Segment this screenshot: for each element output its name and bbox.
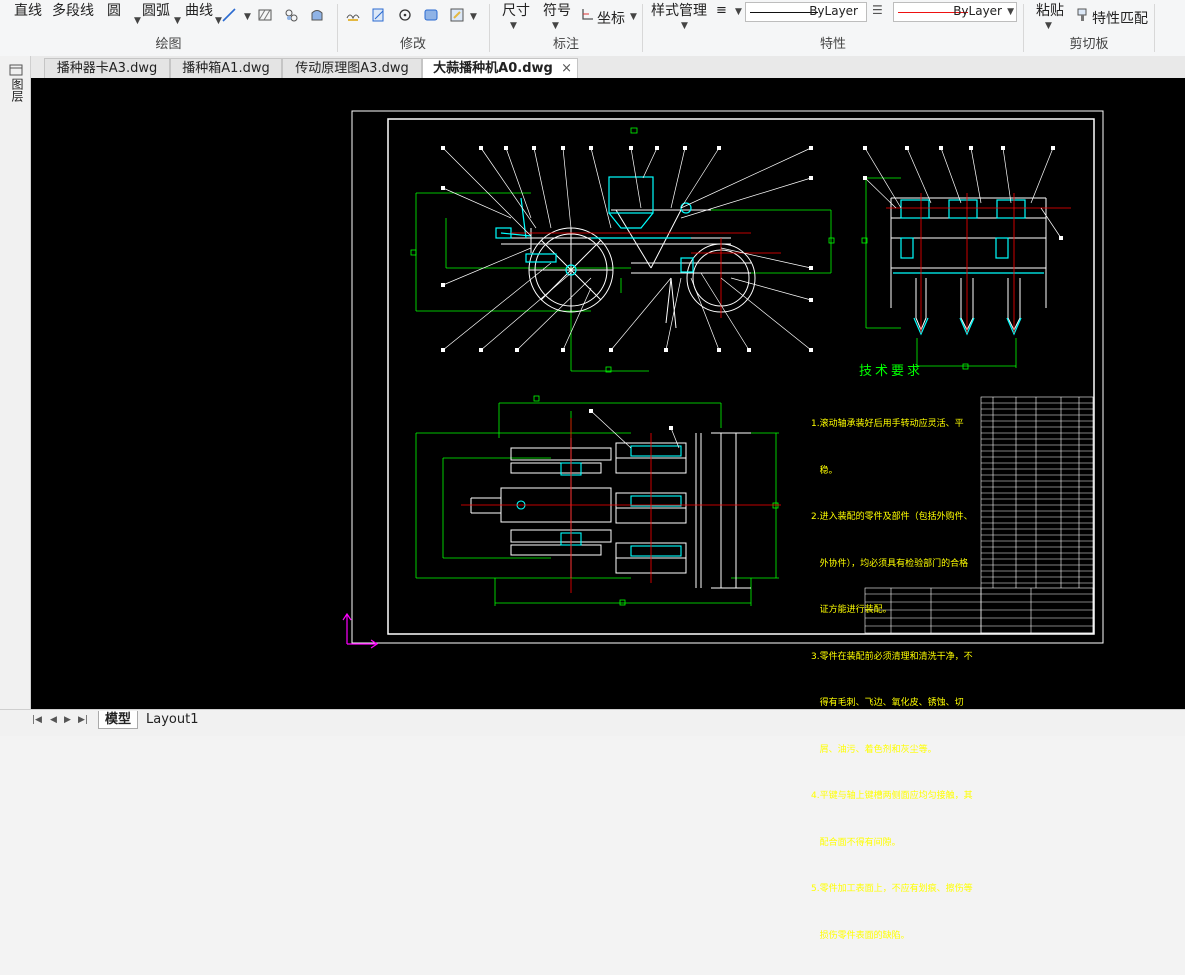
- document-tab-bar: 播种器卡A3.dwg 播种箱A1.dwg 传动原理图A3.dwg 大蒜播种机A0…: [0, 56, 1185, 79]
- modify-group-title: 修改: [399, 37, 426, 52]
- last-layout-icon[interactable]: ▶|: [78, 715, 88, 725]
- top-view: [415, 395, 781, 606]
- sheet-inner-border: [387, 118, 1095, 635]
- separator: [1154, 4, 1155, 52]
- note-line: 证方能进行装配。: [811, 605, 892, 615]
- tech-requirements-title: 技术要求: [859, 364, 924, 379]
- arc-dropdown-icon[interactable]: ▼: [174, 16, 181, 26]
- style-manager-button[interactable]: 样式管理: [651, 0, 707, 20]
- left-palette: 图层: [0, 56, 31, 711]
- region-icon[interactable]: [284, 8, 298, 22]
- close-icon[interactable]: ×: [561, 59, 572, 78]
- boundary-icon[interactable]: [310, 8, 324, 22]
- paste-button[interactable]: 粘贴: [1036, 0, 1064, 20]
- annotation-group-title: 标注: [552, 37, 579, 52]
- polyline-button[interactable]: 多段线: [52, 0, 94, 20]
- draw-group: 直线 多段线 圆 圆弧 曲线 ▼ ▼ ▼ ▼ 绘图: [0, 0, 337, 56]
- line-button[interactable]: 直线: [14, 0, 42, 20]
- first-layout-icon[interactable]: |◀: [32, 715, 42, 725]
- tab-seed-box[interactable]: 播种箱A1.dwg: [170, 58, 282, 78]
- drawing-svg: [342, 110, 1104, 649]
- color-value: ByLayer: [953, 4, 1002, 18]
- properties-group-title: 特性: [819, 37, 846, 52]
- drawing-canvas[interactable]: 技术要求 1.滚动轴承装好后用手转动应灵活、平 稳。 2.进入装配的零件及部件（…: [31, 78, 1185, 941]
- ribbon: 直线 多段线 圆 圆弧 曲线 ▼ ▼ ▼ ▼ 绘图 ▼ 修改 尺寸 ▼ 符号 ▼…: [0, 0, 1185, 57]
- match-properties-icon[interactable]: [1076, 8, 1090, 22]
- linetype-value: ByLayer: [809, 4, 858, 18]
- symbol-dropdown-icon[interactable]: ▼: [552, 21, 559, 31]
- layout-bar: |◀ ◀ ▶ ▶| 模型 Layout1: [0, 709, 1185, 736]
- layer-palette-label[interactable]: 图层: [9, 78, 24, 102]
- note-line: 损伤零件表面的缺陷。: [811, 930, 910, 941]
- clipboard-group: 粘贴 ▼ 特性匹配 剪切板: [1024, 0, 1154, 56]
- curve-button[interactable]: 曲线: [185, 0, 213, 20]
- rotate-icon[interactable]: [398, 8, 412, 22]
- paste-dropdown-icon[interactable]: ▼: [1045, 21, 1052, 31]
- color-dropdown-icon[interactable]: ▼: [1007, 7, 1014, 17]
- tab-model[interactable]: 模型: [98, 711, 139, 729]
- line-dropdown-icon[interactable]: ▼: [244, 12, 251, 22]
- coordinate-button[interactable]: 坐标: [597, 8, 625, 28]
- front-view: [861, 146, 1071, 370]
- list-icon[interactable]: ≡: [716, 3, 727, 18]
- linetype-preview: [750, 12, 818, 13]
- annotation-group: 尺寸 ▼ 符号 ▼ 坐标 ▼ 标注: [490, 0, 642, 56]
- note-line: 稳。: [811, 465, 838, 476]
- dimension-button[interactable]: 尺寸: [502, 0, 530, 20]
- clipboard-group-title: 剪切板: [1069, 37, 1109, 52]
- symbol-button[interactable]: 符号: [543, 0, 571, 20]
- linetype-select[interactable]: ByLayer: [745, 2, 867, 22]
- note-line: 屑、油污、着色剂和灰尘等。: [811, 744, 937, 755]
- color-select[interactable]: ByLayer ▼: [893, 2, 1017, 22]
- tab-seeder-card[interactable]: 播种器卡A3.dwg: [44, 58, 170, 78]
- modify-group: ▼ 修改: [338, 0, 488, 56]
- dimension-dropdown-icon[interactable]: ▼: [510, 21, 517, 31]
- note-line: 配合面不得有间隙。: [811, 837, 901, 848]
- properties-edit-icon[interactable]: [450, 8, 464, 22]
- scale-icon[interactable]: [372, 8, 386, 22]
- array-icon[interactable]: [424, 8, 438, 22]
- arc-button[interactable]: 圆弧: [142, 0, 170, 20]
- note-line: 1.滚动轴承装好后用手转动应灵活、平: [811, 419, 964, 429]
- tab-garlic-seeder[interactable]: 大蒜播种机A0.dwg ×: [422, 58, 578, 79]
- circle-button[interactable]: 圆: [107, 0, 121, 20]
- lineweight-icon[interactable]: ☰: [872, 3, 883, 17]
- prev-layout-icon[interactable]: ◀: [50, 715, 57, 725]
- side-view: [410, 127, 835, 373]
- note-line: 5.零件加工表面上，不应有划痕、擦伤等: [811, 884, 973, 894]
- hatch-icon[interactable]: [258, 8, 272, 22]
- style-manager-dropdown-icon[interactable]: ▼: [681, 21, 688, 31]
- tech-requirements-notes: 1.滚动轴承装好后用手转动应灵活、平 稳。 2.进入装配的零件及部件（包括外购件…: [811, 386, 973, 975]
- properties-group: 样式管理 ▼ ≡ ▼ ByLayer ☰ ByLayer ▼ 特性: [643, 0, 1023, 56]
- sheet-outer-border: [351, 110, 1104, 644]
- construction-line-icon[interactable]: [222, 8, 236, 22]
- note-line: 2.进入装配的零件及部件（包括外购件、: [811, 512, 973, 522]
- next-layout-icon[interactable]: ▶: [64, 715, 71, 725]
- draw-dropdown-icon[interactable]: ▼: [134, 16, 141, 26]
- tab-transmission-diagram[interactable]: 传动原理图A3.dwg: [282, 58, 422, 78]
- coordinate-icon[interactable]: [580, 8, 594, 22]
- draw-group-title: 绘图: [155, 37, 182, 52]
- modify-dropdown-icon[interactable]: ▼: [470, 12, 477, 22]
- palette-pin-icon[interactable]: [9, 64, 23, 76]
- tab-layout1[interactable]: Layout1: [140, 711, 204, 728]
- list-dropdown-icon[interactable]: ▼: [735, 7, 742, 17]
- stretch-icon[interactable]: [346, 8, 360, 22]
- coordinate-dropdown-icon[interactable]: ▼: [630, 12, 637, 22]
- note-line: 4.平键与轴上键槽两侧面应均匀接触，其: [811, 791, 973, 801]
- note-line: 3.零件在装配前必须清理和清洗干净，不: [811, 651, 973, 662]
- curve-dropdown-icon[interactable]: ▼: [215, 16, 222, 26]
- match-properties-button[interactable]: 特性匹配: [1092, 8, 1148, 28]
- note-line: 外协件），均必须具有检验部门的合格: [811, 558, 969, 569]
